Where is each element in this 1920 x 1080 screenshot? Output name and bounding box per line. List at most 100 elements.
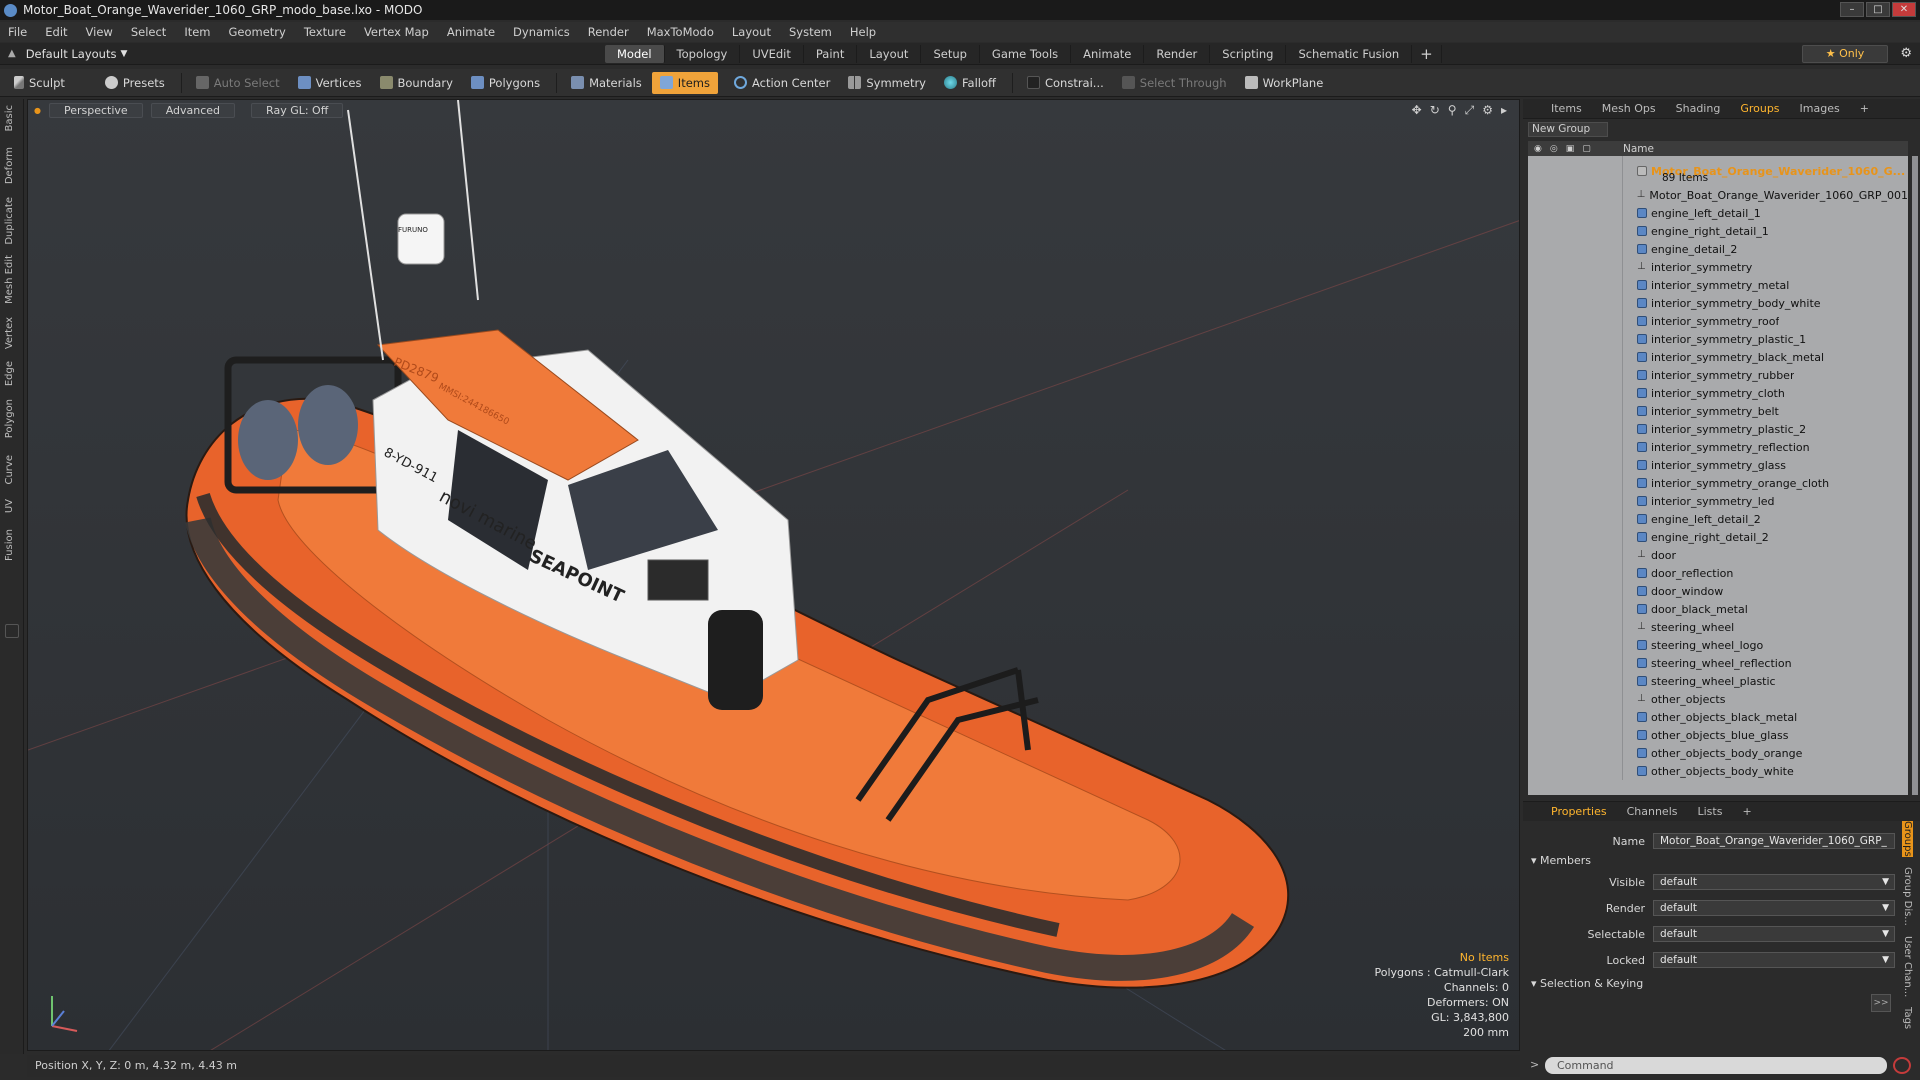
selection-keying-section[interactable]: ▾ Selection & Keying <box>1531 977 1643 990</box>
item-visibility-cols[interactable] <box>1528 348 1623 366</box>
vtab-mesh-edit[interactable]: Mesh Edit <box>4 255 20 304</box>
menu-texture[interactable]: Texture <box>304 25 346 39</box>
item-visibility-cols[interactable] <box>1528 456 1623 474</box>
menu-view[interactable]: View <box>86 25 113 39</box>
list-item[interactable]: ⊥ door <box>1528 546 1908 564</box>
vertices-button[interactable]: Vertices <box>290 72 370 94</box>
vtab-tags[interactable]: Tags <box>1902 1007 1913 1029</box>
item-visibility-cols[interactable] <box>1528 600 1623 618</box>
menu-system[interactable]: System <box>789 25 832 39</box>
list-item[interactable]: ⊥ interior_symmetry <box>1528 258 1908 276</box>
list-item[interactable]: interior_symmetry_led <box>1528 492 1908 510</box>
falloff-button[interactable]: Falloff <box>936 72 1004 94</box>
list-item[interactable]: engine_right_detail_2 <box>1528 528 1908 546</box>
3d-viewport[interactable]: ● Perspective Advanced Ray GL: Off ✥ ↻ ⚲… <box>27 99 1520 1051</box>
list-item[interactable]: interior_symmetry_body_white <box>1528 294 1908 312</box>
menu-layout[interactable]: Layout <box>732 25 771 39</box>
group-visibility-cols[interactable] <box>1528 156 1623 186</box>
menu-render[interactable]: Render <box>588 25 629 39</box>
list-item[interactable]: interior_symmetry_roof <box>1528 312 1908 330</box>
tab-model[interactable]: Model <box>605 45 665 63</box>
item-visibility-cols[interactable] <box>1528 402 1623 420</box>
selectable-select[interactable]: default ▼ <box>1653 926 1895 942</box>
vtab-vertex[interactable]: Vertex <box>4 317 20 349</box>
list-item[interactable]: door_black_metal <box>1528 600 1908 618</box>
list-item[interactable]: interior_symmetry_belt <box>1528 402 1908 420</box>
layout-pin-icon[interactable]: ▲ <box>8 48 16 59</box>
expand-button[interactable]: >> <box>1871 994 1891 1012</box>
symmetry-button[interactable]: Symmetry <box>840 72 934 94</box>
menu-help[interactable]: Help <box>850 25 876 39</box>
add-props-tab-icon[interactable]: + <box>1732 803 1761 820</box>
item-visibility-cols[interactable] <box>1528 510 1623 528</box>
item-visibility-cols[interactable] <box>1528 690 1623 708</box>
list-item[interactable]: other_objects_black_metal <box>1528 708 1908 726</box>
list-item[interactable]: ⊥ other_objects <box>1528 690 1908 708</box>
tab-uvedit[interactable]: UVEdit <box>740 45 804 63</box>
new-group-button[interactable]: New Group <box>1528 122 1608 137</box>
list-item[interactable]: interior_symmetry_rubber <box>1528 366 1908 384</box>
item-visibility-cols[interactable] <box>1528 762 1623 780</box>
list-item[interactable]: other_objects_body_white <box>1528 762 1908 780</box>
materials-button[interactable]: Materials <box>563 72 650 94</box>
workplane-button[interactable]: WorkPlane <box>1237 72 1332 94</box>
item-visibility-cols[interactable] <box>1528 330 1623 348</box>
item-visibility-cols[interactable] <box>1528 726 1623 744</box>
visible-select[interactable]: default ▼ <box>1653 874 1895 890</box>
menu-geometry[interactable]: Geometry <box>229 25 286 39</box>
boundary-button[interactable]: Boundary <box>372 72 461 94</box>
name-column-header[interactable]: Name <box>1623 143 1654 155</box>
item-visibility-cols[interactable] <box>1528 582 1623 600</box>
tab-items[interactable]: Items <box>1541 100 1592 117</box>
menu-maxtomodo[interactable]: MaxToModo <box>647 25 714 39</box>
menu-dynamics[interactable]: Dynamics <box>513 25 570 39</box>
render-icon[interactable]: ◎ <box>1550 144 1558 154</box>
item-visibility-cols[interactable] <box>1528 186 1623 204</box>
lock-icon[interactable]: ▣ <box>1566 144 1575 154</box>
command-history-button[interactable] <box>1893 1057 1911 1074</box>
members-section[interactable]: ▾ Members <box>1531 854 1591 867</box>
item-visibility-cols[interactable] <box>1528 474 1623 492</box>
tab-properties[interactable]: Properties <box>1541 803 1617 820</box>
list-item[interactable]: engine_right_detail_1 <box>1528 222 1908 240</box>
default-layouts-dropdown[interactable]: Default Layouts ▼ <box>26 47 128 61</box>
item-visibility-cols[interactable] <box>1528 564 1623 582</box>
auto-select-button[interactable]: Auto Select <box>188 72 288 94</box>
list-item[interactable]: ⊥ Motor_Boat_Orange_Waverider_1060_GRP_00… <box>1528 186 1908 204</box>
item-visibility-cols[interactable] <box>1528 654 1623 672</box>
locked-select[interactable]: default ▼ <box>1653 952 1895 968</box>
list-item[interactable]: interior_symmetry_reflection <box>1528 438 1908 456</box>
item-visibility-cols[interactable] <box>1528 744 1623 762</box>
constraints-button[interactable]: Constrai... <box>1019 72 1112 94</box>
items-button[interactable]: Items <box>651 71 718 94</box>
action-center-button[interactable]: Action Center <box>726 72 838 94</box>
groups-list[interactable]: Motor_Boat_Orange_Waverider_1060_G... 89… <box>1528 156 1908 795</box>
tab-schematic-fusion[interactable]: Schematic Fusion <box>1286 45 1413 63</box>
tab-topology[interactable]: Topology <box>665 45 741 63</box>
list-item[interactable]: ⊥ steering_wheel <box>1528 618 1908 636</box>
item-visibility-cols[interactable] <box>1528 618 1623 636</box>
item-visibility-cols[interactable] <box>1528 420 1623 438</box>
list-item[interactable]: interior_symmetry_black_metal <box>1528 348 1908 366</box>
vtab-deform[interactable]: Deform <box>4 147 20 184</box>
tab-game-tools[interactable]: Game Tools <box>980 45 1072 63</box>
list-item[interactable]: interior_symmetry_cloth <box>1528 384 1908 402</box>
tab-lists[interactable]: Lists <box>1688 803 1733 820</box>
item-visibility-cols[interactable] <box>1528 672 1623 690</box>
select-icon[interactable]: ▢ <box>1582 144 1591 154</box>
item-visibility-cols[interactable] <box>1528 312 1623 330</box>
item-visibility-cols[interactable] <box>1528 528 1623 546</box>
vtab-uv[interactable]: UV <box>4 499 20 513</box>
item-visibility-cols[interactable] <box>1528 294 1623 312</box>
list-item[interactable]: door_reflection <box>1528 564 1908 582</box>
tab-mesh-ops[interactable]: Mesh Ops <box>1592 100 1666 117</box>
list-item[interactable]: interior_symmetry_metal <box>1528 276 1908 294</box>
tab-channels[interactable]: Channels <box>1617 803 1688 820</box>
item-visibility-cols[interactable] <box>1528 384 1623 402</box>
item-visibility-cols[interactable] <box>1528 438 1623 456</box>
rail-toggle-button[interactable] <box>5 624 19 638</box>
minimize-button[interactable]: – <box>1840 2 1864 17</box>
list-item[interactable]: other_objects_body_orange <box>1528 744 1908 762</box>
vtab-user-channels[interactable]: User Chan... <box>1902 936 1913 997</box>
only-button[interactable]: ★ Only <box>1802 45 1888 63</box>
